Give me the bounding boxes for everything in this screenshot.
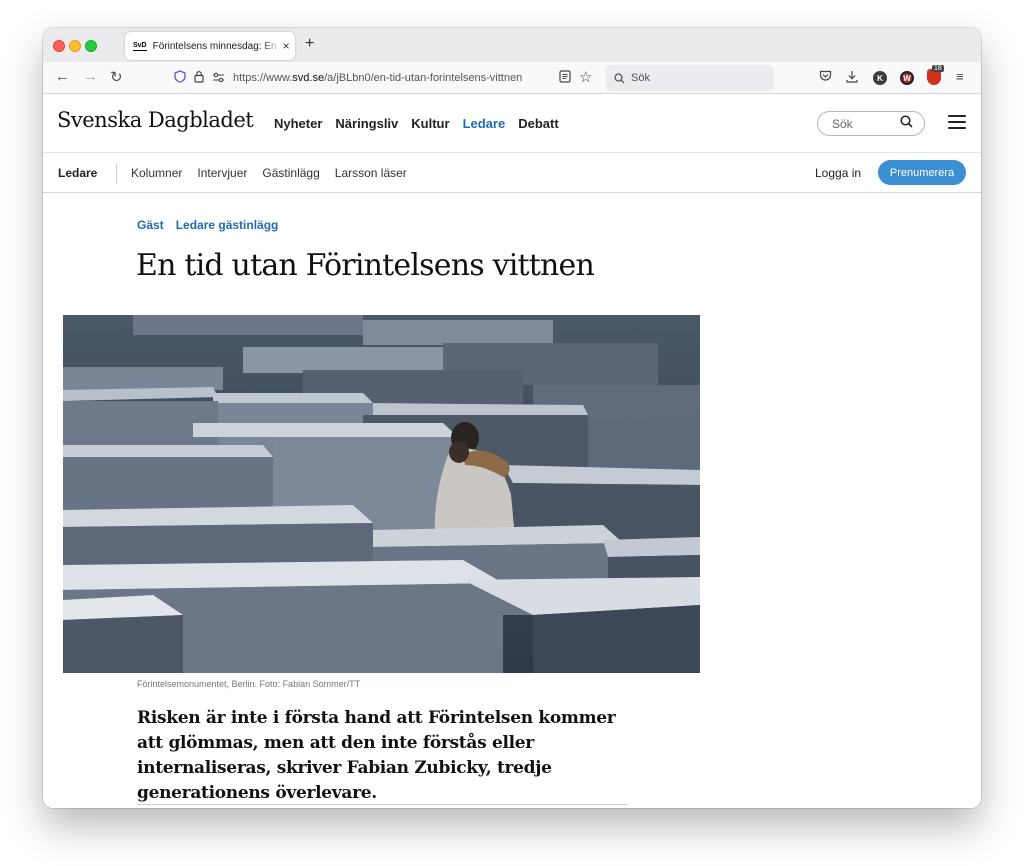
svd-favicon-icon: SvD bbox=[133, 41, 147, 51]
tab-strip: SvD Förintelsens minnesdag: En tid utan … bbox=[43, 28, 981, 62]
shield-icon[interactable] bbox=[174, 70, 186, 86]
reader-view-icon[interactable] bbox=[559, 70, 571, 86]
account-k-icon[interactable]: K bbox=[873, 71, 887, 85]
sub-nav-intervjuer[interactable]: Intervjuer bbox=[197, 166, 247, 180]
nav-item-nyheter[interactable]: Nyheter bbox=[274, 116, 322, 131]
hamburger-menu-icon[interactable] bbox=[948, 115, 966, 129]
main-nav: Nyheter Näringsliv Kultur Ledare Debatt bbox=[274, 116, 559, 131]
article-lead: Risken är inte i första hand att Förinte… bbox=[137, 708, 616, 803]
subscribe-button[interactable]: Prenumerera bbox=[878, 160, 966, 185]
browser-window: SvD Förintelsens minnesdag: En tid utan … bbox=[43, 28, 981, 808]
sub-nav-kolumner[interactable]: Kolumner bbox=[131, 166, 182, 180]
article-headline: En tid utan Förintelsens vittnen bbox=[136, 248, 595, 283]
bookmark-star-icon[interactable]: ☆ bbox=[579, 68, 592, 86]
sub-nav-gastinlagg[interactable]: Gästinlägg bbox=[262, 166, 319, 180]
site-search-placeholder: Sök bbox=[832, 116, 853, 131]
search-icon bbox=[614, 72, 625, 83]
section-sub-nav: Ledare Kolumner Intervjuer Gästinlägg La… bbox=[43, 153, 981, 193]
close-window-button[interactable] bbox=[53, 40, 65, 52]
sub-nav-section-title[interactable]: Ledare bbox=[58, 166, 97, 180]
hero-image bbox=[63, 315, 700, 673]
nav-item-ledare[interactable]: Ledare bbox=[463, 116, 506, 131]
kicker-ledare-gastinlagg[interactable]: Ledare gästinlägg bbox=[176, 218, 279, 232]
extension-w-icon[interactable]: W bbox=[900, 71, 914, 85]
minimize-window-button[interactable] bbox=[69, 40, 81, 52]
site-logo[interactable]: Svenska Dagbladet bbox=[57, 108, 254, 132]
login-link[interactable]: Logga in bbox=[815, 166, 861, 180]
sub-nav-divider bbox=[116, 163, 117, 184]
browser-search-placeholder: Sök bbox=[631, 72, 650, 84]
tab-title: Förintelsens minnesdag: En tid utan Föri… bbox=[152, 40, 281, 52]
url-domain: svd.se bbox=[292, 72, 325, 84]
web-page: Svenska Dagbladet Nyheter Näringsliv Kul… bbox=[43, 94, 981, 808]
url-prefix: https://www. bbox=[233, 72, 293, 84]
pocket-icon[interactable] bbox=[819, 70, 832, 85]
reload-button[interactable]: ↻ bbox=[110, 68, 123, 86]
nav-item-kultur[interactable]: Kultur bbox=[411, 116, 449, 131]
nav-item-debatt[interactable]: Debatt bbox=[518, 116, 558, 131]
browser-search-bar[interactable]: Sök bbox=[606, 65, 774, 91]
url-text[interactable]: https://www.svd.se/a/jBLbn0/en-tid-utan-… bbox=[233, 72, 522, 84]
new-tab-button[interactable]: + bbox=[305, 35, 314, 53]
site-header: Svenska Dagbladet Nyheter Näringsliv Kul… bbox=[43, 94, 981, 153]
navigation-toolbar: ← → ↻ https://www.svd.se/a/jBLbn0/en-tid… bbox=[43, 62, 981, 94]
lock-icon[interactable] bbox=[194, 70, 204, 86]
article-kicker: Gäst Ledare gästinlägg bbox=[137, 218, 278, 232]
search-icon[interactable] bbox=[900, 115, 913, 131]
permissions-icon[interactable] bbox=[212, 71, 225, 86]
divider bbox=[137, 804, 627, 805]
close-tab-icon[interactable]: × bbox=[283, 39, 290, 53]
site-search-input[interactable]: Sök bbox=[817, 111, 925, 136]
kicker-gast[interactable]: Gäst bbox=[137, 218, 164, 232]
sub-nav-larsson-laser[interactable]: Larsson läser bbox=[335, 166, 407, 180]
address-bar[interactable]: https://www.svd.se/a/jBLbn0/en-tid-utan-… bbox=[168, 65, 598, 91]
zoom-window-button[interactable] bbox=[85, 40, 97, 52]
browser-menu-icon[interactable]: ≡ bbox=[956, 69, 964, 84]
nav-item-naringsliv[interactable]: Näringsliv bbox=[335, 116, 398, 131]
sub-nav-links: Kolumner Intervjuer Gästinlägg Larsson l… bbox=[131, 166, 407, 180]
image-caption: Förintelsemonumentet, Berlin. Foto: Fabi… bbox=[137, 679, 361, 689]
browser-tab[interactable]: SvD Förintelsens minnesdag: En tid utan … bbox=[125, 32, 295, 60]
back-button[interactable]: ← bbox=[55, 68, 70, 85]
url-path: /a/jBLbn0/en-tid-utan-forintelsens-vittn… bbox=[324, 72, 523, 84]
extension-badge-count: 18 bbox=[932, 65, 944, 72]
download-icon[interactable] bbox=[846, 70, 858, 86]
forward-button[interactable]: → bbox=[83, 68, 98, 85]
